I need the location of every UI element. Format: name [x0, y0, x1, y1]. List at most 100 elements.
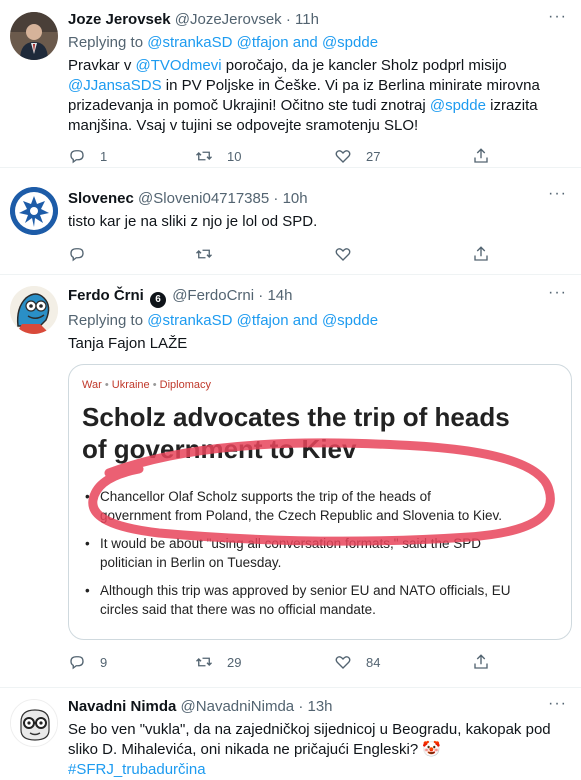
retweet-icon [196, 151, 212, 161]
like-button[interactable] [334, 245, 366, 263]
text-part: izrazita [485, 97, 538, 114]
separator-dot: · [298, 698, 304, 715]
replying-to: Replying to @strankaSD @tfajon and @spdd… [68, 33, 567, 53]
tweet-text: Pravkar v @TVOdmevi poročajo, da je kanc… [68, 56, 567, 136]
tweet-time[interactable]: 14h [267, 287, 292, 304]
bullet-marker: • [85, 583, 90, 598]
bullet-marker: • [85, 536, 90, 551]
replying-to-label: Replying to [68, 312, 144, 329]
tweet-slovenec[interactable]: Slovenec @Sloveni04717385 · 10h tisto ka… [0, 169, 581, 275]
mention-link[interactable]: and [293, 34, 318, 51]
tweet-time[interactable]: 11h [295, 11, 319, 28]
text-part: manjšina. Vsaj v tujini se odpovejte sra… [68, 117, 419, 134]
heart-icon [335, 248, 351, 261]
article-breadcrumb: War • Ukraine • Diplomacy [82, 379, 211, 391]
author-handle[interactable]: @Sloveni04717385 [138, 190, 269, 207]
breadcrumb-item: War [82, 379, 102, 391]
hashtag-link[interactable]: #SFRJ_trubadurčina [68, 760, 567, 780]
like-count: 27 [366, 148, 381, 164]
tweet-jerovsek[interactable]: Joze Jerovsek @JozeJerovsek · 11h Replyi… [0, 0, 581, 168]
author-handle[interactable]: @JozeJerovsek [175, 11, 282, 28]
author-name[interactable]: Navadni Nimda [68, 698, 176, 715]
mention-link[interactable]: @spdde [322, 312, 378, 329]
avatar[interactable] [10, 286, 58, 334]
share-button[interactable] [472, 245, 490, 263]
bullet-line: Although this trip was approved by senio… [100, 583, 511, 598]
author-handle[interactable]: @FerdoCrni [172, 287, 254, 304]
reply-button[interactable]: 1 [68, 147, 107, 165]
share-icon [474, 148, 488, 163]
tweet-time[interactable]: 10h [283, 190, 308, 207]
mention-link[interactable]: and [293, 312, 318, 329]
mention-link[interactable]: @tfajon [237, 312, 289, 329]
retweet-button[interactable] [195, 245, 227, 263]
tweet-ferdo[interactable]: Ferdo Črni 6 @FerdoCrni · 14h Replying t… [0, 276, 581, 688]
tweet-header: Navadni Nimda @NavadniNimda · 13h [68, 697, 567, 717]
share-button[interactable] [472, 147, 490, 165]
author-handle[interactable]: @NavadniNimda [181, 698, 295, 715]
reply-count: 1 [100, 148, 108, 164]
verified-badge-icon: 6 [150, 292, 167, 308]
tweet-nimda[interactable]: Navadni Nimda @NavadniNimda · 13h Se bo … [0, 689, 581, 780]
more-options-icon[interactable]: ··· [548, 185, 567, 203]
mention-link[interactable]: @TVOdmevi [136, 57, 222, 74]
mention-link[interactable]: @spdde [322, 34, 378, 51]
author-name[interactable]: Slovenec [68, 190, 134, 207]
author-name[interactable]: Joze Jerovsek [68, 11, 171, 28]
text-part: poročajo, da je kancler Sholz podprl mis… [221, 57, 507, 74]
mention-link[interactable]: @strankaSD [147, 34, 232, 51]
more-options-icon[interactable]: ··· [548, 695, 567, 713]
tweet-time[interactable]: 13h [308, 698, 333, 715]
bullet-item: • It would be about "using all conversat… [85, 534, 561, 572]
breadcrumb-separator: • [152, 379, 157, 391]
bullet-line: It would be about "using all conversatio… [100, 536, 482, 551]
headline-line: Scholz advocates the trip of heads [82, 402, 510, 432]
tweet-text: Se bo ven "vukla", da na zajedničkoj sij… [68, 720, 567, 780]
avatar[interactable] [10, 699, 58, 747]
share-icon [474, 246, 488, 261]
retweet-button[interactable]: 29 [195, 653, 241, 671]
breadcrumb-separator: • [104, 379, 109, 391]
bullet-line: Chancellor Olaf Scholz supports the trip… [100, 489, 431, 504]
like-button[interactable]: 27 [334, 147, 380, 165]
reply-icon [70, 150, 84, 164]
retweet-button[interactable]: 10 [195, 147, 241, 165]
attached-image[interactable]: War • Ukraine • Diplomacy Scholz advocat… [68, 364, 572, 640]
bullet-line: government from Poland, the Czech Republ… [100, 508, 502, 523]
share-button[interactable] [472, 653, 490, 671]
like-button[interactable]: 84 [334, 653, 380, 671]
bullet-item: • Chancellor Olaf Scholz supports the tr… [85, 487, 561, 525]
breadcrumb-item: Ukraine [111, 379, 150, 391]
bullet-item: • Although this trip was approved by sen… [85, 581, 561, 619]
reply-button[interactable] [68, 245, 100, 263]
breadcrumb-item: Diplomacy [159, 379, 211, 391]
reply-button[interactable]: 9 [68, 653, 107, 671]
more-options-icon[interactable]: ··· [548, 284, 567, 302]
separator-dot: · [273, 190, 279, 207]
text-line: sliko D. Mihalevića, oni nikada ne priča… [68, 741, 442, 758]
avatar[interactable] [10, 12, 58, 60]
separator-dot: · [258, 287, 264, 304]
tweet-actions: 9 29 84 [68, 653, 498, 673]
tweet-text: tisto kar je na sliki z njo je lol od SP… [68, 213, 318, 230]
reply-count: 9 [100, 654, 108, 670]
heart-icon [335, 150, 351, 163]
more-options-icon[interactable]: ··· [548, 8, 567, 26]
avatar[interactable] [10, 187, 58, 235]
replying-to: Replying to @strankaSD @tfajon and @spdd… [68, 311, 567, 331]
tweet-actions: 1 10 27 [68, 147, 498, 167]
reply-icon [70, 248, 84, 262]
separator-dot: · [285, 11, 291, 28]
retweet-count: 29 [227, 654, 242, 670]
mention-link[interactable]: @spdde [430, 97, 486, 114]
bullet-line: politician in Berlin on Tuesday. [100, 555, 282, 570]
mention-link[interactable]: @JJansaSDS [68, 77, 162, 94]
tweet-header: Slovenec @Sloveni04717385 · 10h [68, 189, 567, 209]
mention-link[interactable]: @tfajon [237, 34, 289, 51]
tweet-header: Joze Jerovsek @JozeJerovsek · 11h [68, 10, 567, 30]
author-name[interactable]: Ferdo Črni [68, 287, 144, 304]
text-part: Pravkar v [68, 57, 136, 74]
share-icon [474, 654, 488, 669]
mention-link[interactable]: @strankaSD [147, 312, 232, 329]
replying-to-label: Replying to [68, 34, 144, 51]
